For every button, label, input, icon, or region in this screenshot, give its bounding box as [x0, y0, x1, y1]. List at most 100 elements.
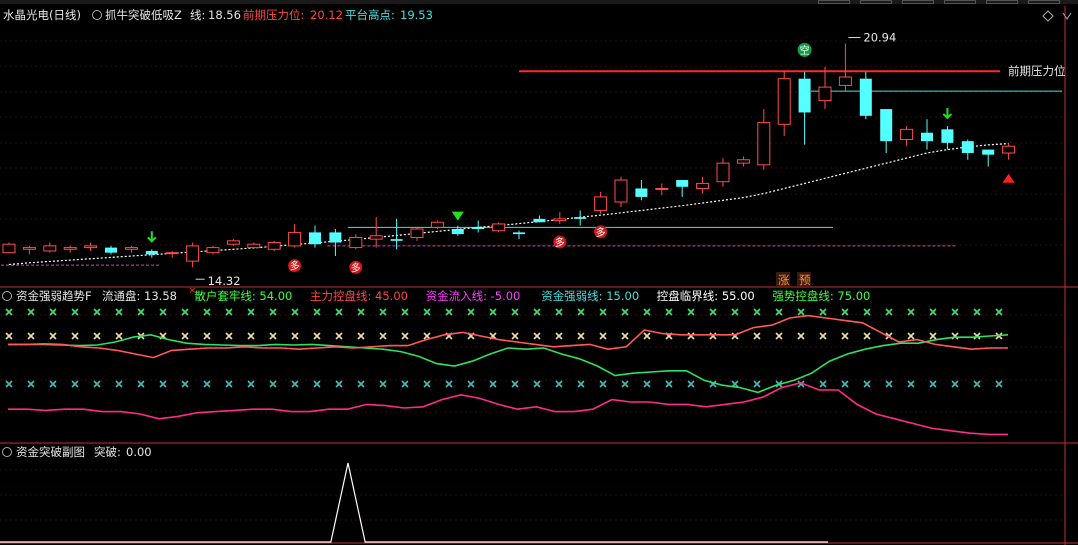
ref-cross [159, 308, 167, 316]
ref-cross [775, 332, 783, 340]
sub-pane-fund-strength [5, 308, 1009, 436]
duo-signal-text: 多 [290, 260, 300, 273]
candle-body-up [736, 159, 750, 164]
candle-body-up [777, 78, 791, 125]
candle-body-down [859, 78, 872, 116]
ref-cross [203, 380, 211, 388]
settings-icon[interactable] [2, 291, 12, 301]
candle-body-down [961, 141, 974, 153]
ref-cross [313, 380, 321, 388]
ref-cross [599, 332, 607, 340]
ref-cross [951, 380, 959, 388]
ref-cross [357, 332, 365, 340]
ref-cross [907, 308, 915, 316]
duo-signal-text: 多 [351, 261, 361, 274]
ref-cross [181, 332, 189, 340]
ref-cross [555, 308, 563, 316]
candle-body-down [941, 129, 954, 143]
ref-cross [247, 308, 255, 316]
sub1-legend-item: 主力控盘线: 45.00 [310, 289, 408, 303]
ref-cross [291, 308, 299, 316]
ref-cross [313, 332, 321, 340]
sub2-label: 突破: [94, 445, 121, 459]
ref-cross [467, 308, 475, 316]
candle-body-down [329, 232, 342, 243]
ref-cross [93, 308, 101, 316]
sub-pane-breakout [0, 462, 828, 543]
candle-body-down [921, 132, 933, 142]
ref-cross [335, 308, 343, 316]
collapse-icon[interactable] [1042, 10, 1054, 22]
candle-body-up [553, 218, 567, 222]
ref-cross [71, 332, 79, 340]
ref-cross [115, 380, 123, 388]
sub1-title[interactable]: 资金强弱趋势F [16, 289, 92, 303]
resist-label: 前期压力位: [243, 8, 304, 22]
candle-body-down [533, 218, 546, 223]
sub1-legend-item: 流通盘: 13.58 [102, 289, 177, 303]
ref-cross [665, 380, 673, 388]
settings-icon[interactable] [92, 10, 102, 20]
ref-cross [643, 308, 651, 316]
candle-body-up [22, 247, 36, 250]
candle-body-down [390, 239, 403, 241]
ref-cross [863, 308, 871, 316]
ref-cross [49, 308, 57, 316]
ref-cross [489, 380, 497, 388]
ref-cross [335, 380, 343, 388]
kong-signal-text: 空 [800, 44, 810, 57]
candle-body-up [900, 128, 914, 140]
ref-cross [71, 308, 79, 316]
ref-cross [291, 380, 299, 388]
ref-cross [577, 332, 585, 340]
ref-cross [973, 380, 981, 388]
sub2-title[interactable]: 资金突破副图 [16, 445, 85, 459]
candle-body-down [880, 109, 893, 142]
ref-cross [709, 308, 717, 316]
ref-cross [599, 380, 607, 388]
ref-cross [555, 332, 563, 340]
ref-cross [885, 308, 893, 316]
indicator-name[interactable]: 抓牛突破低吸Z [105, 8, 182, 22]
ref-cross [159, 380, 167, 388]
candle-body-up [492, 223, 506, 232]
candle-body-up [206, 247, 220, 254]
ref-cross [27, 380, 35, 388]
ref-cross [379, 380, 387, 388]
ref-cross [137, 308, 145, 316]
chevron-down-icon[interactable] [1062, 12, 1072, 20]
kline-chart[interactable]: 多多多多空× 水晶光电(日线) 抓牛突破低吸Z 线: 18.56 前期压力位: … [0, 0, 1078, 545]
candle-body-up [757, 122, 771, 166]
stock-title[interactable]: 水晶光电(日线) [3, 8, 81, 22]
ref-cross [687, 332, 695, 340]
ref-cross [973, 308, 981, 316]
candle-body-up [838, 76, 852, 86]
zhang-tag: 涨 [778, 273, 790, 287]
candle-body-up [349, 236, 363, 249]
candle-body-up [288, 231, 302, 247]
ref-cross [137, 380, 145, 388]
duo-signal-text: 多 [555, 236, 565, 249]
ref-cross [511, 380, 519, 388]
ref-cross [577, 380, 585, 388]
ref-cross [335, 332, 343, 340]
candle-body-up [267, 242, 281, 250]
series-line-2 [8, 381, 1008, 436]
ref-cross [951, 308, 959, 316]
ref-cross [863, 332, 871, 340]
candle-body-down [676, 180, 689, 187]
high-price-label: 20.94 [863, 31, 896, 45]
candle-body-down [798, 78, 811, 113]
sub1-legend-item: 强势控盘线: 75.00 [772, 289, 870, 303]
settings-icon[interactable] [2, 447, 12, 457]
candle-body-up [614, 179, 628, 203]
ref-cross [27, 332, 35, 340]
ref-cross [115, 332, 123, 340]
sub1-legend-item: 控盘临界线: 55.00 [657, 289, 755, 303]
ref-cross [467, 380, 475, 388]
ref-cross [5, 308, 13, 316]
ref-cross [313, 308, 321, 316]
ref-cross [533, 332, 541, 340]
ref-cross [753, 332, 761, 340]
candle-body-down [451, 229, 464, 235]
